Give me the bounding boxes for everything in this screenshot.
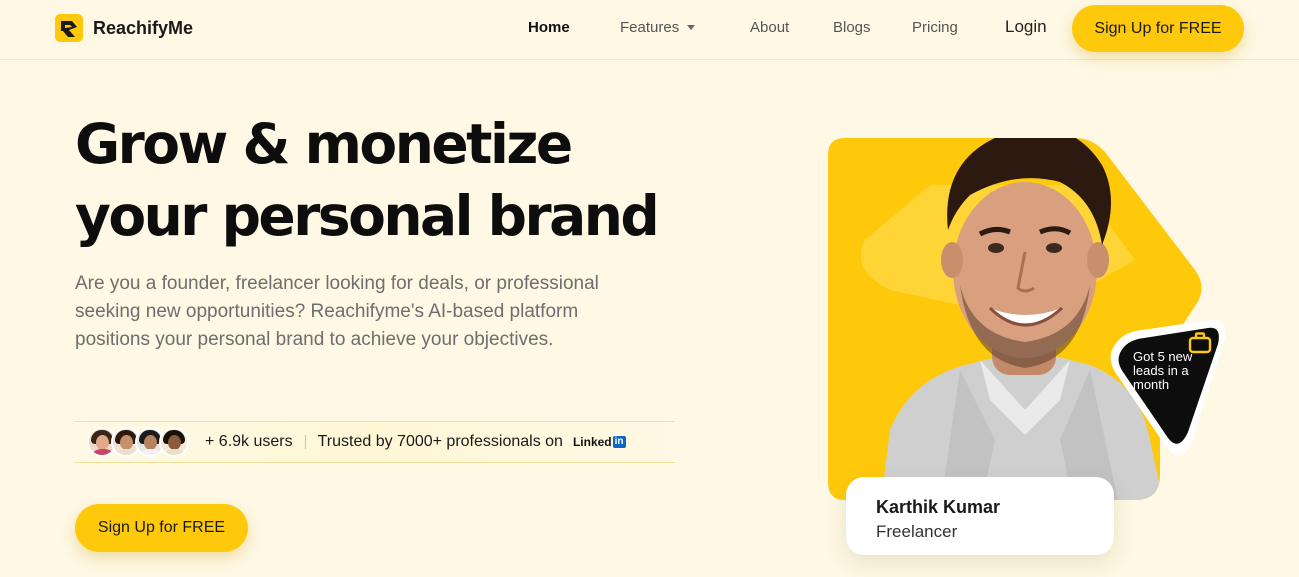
top-navbar: ReachifyMe Home Features About Blogs Pri… <box>0 0 1299 60</box>
nav-pricing[interactable]: Pricing <box>912 19 958 36</box>
person-name: Karthik Kumar <box>876 497 1001 517</box>
nav-blogs[interactable]: Blogs <box>833 19 871 36</box>
login-link[interactable]: Login <box>1005 17 1047 37</box>
leads-badge-text: Got 5 new leads in a month <box>1133 349 1193 392</box>
trust-bar: + 6.9k users Trusted by 7000+ profession… <box>75 421 675 463</box>
user-avatars <box>87 427 189 457</box>
brand[interactable]: ReachifyMe <box>55 14 193 42</box>
linkedin-logo-icon: Linked in <box>573 435 626 449</box>
nav-about[interactable]: About <box>750 19 789 36</box>
hero-signup-button[interactable]: Sign Up for FREE <box>75 504 248 552</box>
hero-description: Are you a founder, freelancer looking fo… <box>75 273 599 350</box>
hero-title-line1: Grow & monetize <box>75 112 573 176</box>
nav-features-label: Features <box>620 19 680 36</box>
hero-title-line2: your personal brand <box>75 184 660 248</box>
nav-home[interactable]: Home <box>528 19 570 36</box>
hero-title: Grow & monetize your personal brand <box>75 108 715 252</box>
linkedin-in-box: in <box>612 436 626 448</box>
nav-features[interactable]: Features <box>620 19 696 36</box>
testimonial-name-card: Karthik Kumar Freelancer <box>846 477 1114 555</box>
users-count: + 6.9k users <box>205 433 293 450</box>
divider <box>304 435 306 449</box>
trusted-text: Trusted by 7000+ professionals on <box>317 433 563 450</box>
person-role: Freelancer <box>876 522 958 541</box>
chevron-down-icon <box>687 25 696 30</box>
nav-signup-button[interactable]: Sign Up for FREE <box>1072 5 1244 52</box>
reachifyme-logo-icon <box>55 14 83 42</box>
brand-name: ReachifyMe <box>93 17 194 38</box>
avatar <box>159 427 189 457</box>
linkedin-logo-text: Linked <box>572 435 612 449</box>
